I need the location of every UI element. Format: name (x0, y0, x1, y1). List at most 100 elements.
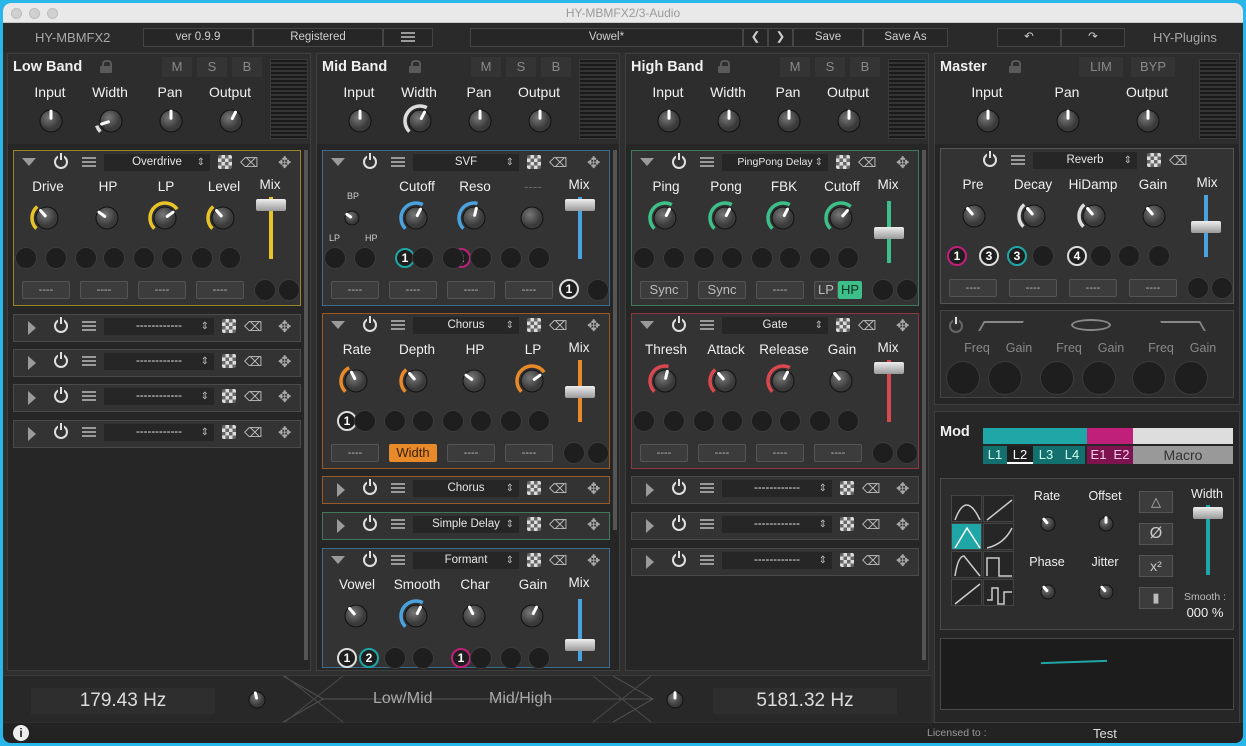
module-type-select[interactable]: Chorus (413, 480, 519, 497)
mod-slot-button[interactable]: ---- (1069, 279, 1117, 297)
tab-l1[interactable]: L1 (983, 446, 1007, 464)
move-icon[interactable]: ✥ (896, 479, 909, 499)
collapse-icon[interactable] (331, 556, 345, 564)
char-knob[interactable] (455, 597, 493, 635)
menu-icon[interactable] (700, 555, 714, 565)
mod-depth-knob[interactable] (693, 247, 715, 269)
pan-knob[interactable] (461, 102, 499, 140)
randomize-icon[interactable] (840, 553, 854, 567)
save-as-button[interactable]: Save As (863, 28, 948, 47)
mod-depth-knob[interactable] (500, 247, 522, 269)
mod-depth-knob[interactable] (1211, 277, 1233, 299)
menu-icon[interactable] (700, 519, 714, 529)
menu-icon[interactable] (391, 157, 405, 167)
randomize-icon[interactable] (222, 354, 236, 368)
lfo-shape-square-button[interactable] (983, 551, 1014, 578)
mod-slot-button[interactable]: ---- (756, 444, 804, 462)
scrollbar[interactable] (922, 150, 926, 660)
bypass-button[interactable]: B (541, 57, 571, 77)
mod-depth-knob[interactable] (500, 410, 522, 432)
module-type-select[interactable]: ------------ (104, 388, 214, 405)
undo-button[interactable]: ↶ (997, 28, 1061, 47)
move-icon[interactable]: ✥ (587, 316, 600, 336)
smooth-knob[interactable] (397, 597, 435, 635)
preset-name[interactable]: Vowel* (470, 28, 743, 47)
eraser-icon[interactable]: ⌫ (549, 481, 567, 497)
eraser-icon[interactable]: ⌫ (549, 553, 567, 569)
randomize-icon[interactable] (840, 517, 854, 531)
mod-depth-knob[interactable] (663, 247, 685, 269)
info-icon[interactable]: i (13, 725, 29, 741)
mod-depth-knob[interactable] (837, 410, 859, 432)
mod-depth-knob[interactable] (1040, 361, 1074, 395)
mid-high-knob[interactable] (659, 684, 691, 716)
sync-button[interactable]: Sync (640, 281, 688, 299)
mod-badge[interactable]: 1 (559, 279, 579, 299)
mod-depth-knob[interactable] (633, 247, 655, 269)
menu-icon[interactable] (82, 157, 96, 167)
mod-depth-knob[interactable] (384, 647, 406, 669)
mod-depth-knob[interactable] (191, 247, 213, 269)
lp-knob[interactable] (146, 199, 184, 237)
mod-depth-knob[interactable] (1148, 245, 1170, 267)
pan-knob[interactable] (1049, 102, 1087, 140)
thresh-knob[interactable] (646, 362, 684, 400)
gain-knob[interactable] (1135, 197, 1173, 235)
menu-icon[interactable] (700, 157, 714, 167)
env-assign-strip[interactable] (1087, 428, 1133, 444)
move-icon[interactable]: ✥ (587, 515, 600, 535)
hidamp-knob[interactable] (1075, 197, 1113, 235)
pre-knob[interactable] (955, 197, 993, 235)
width-mod-button[interactable]: Width (389, 444, 437, 462)
offset-knob[interactable] (1091, 509, 1121, 539)
mod-depth-knob[interactable] (75, 247, 97, 269)
randomize-icon[interactable] (527, 517, 541, 531)
eraser-icon[interactable]: ⌫ (240, 155, 258, 171)
mod-depth-knob[interactable] (872, 442, 894, 464)
expand-icon[interactable] (646, 483, 654, 497)
menu-icon[interactable] (700, 320, 714, 330)
mid-high-frequency[interactable]: 5181.32 Hz (713, 688, 897, 714)
drive-knob[interactable] (28, 199, 66, 237)
tab-e1[interactable]: E1 (1087, 446, 1110, 464)
vowel-knob[interactable] (337, 597, 375, 635)
solo-button[interactable]: S (815, 57, 845, 77)
eraser-icon[interactable]: ⌫ (244, 389, 262, 405)
width-knob[interactable] (401, 102, 439, 140)
randomize-icon[interactable] (1147, 153, 1161, 167)
randomize-icon[interactable] (222, 425, 236, 439)
mod-depth-knob[interactable] (1174, 361, 1208, 395)
solo-button[interactable]: S (506, 57, 536, 77)
lfo-shape-sine-button[interactable] (951, 495, 982, 522)
mute-button[interactable]: M (780, 57, 810, 77)
eraser-icon[interactable]: ⌫ (244, 354, 262, 370)
eraser-icon[interactable]: ⌫ (862, 553, 880, 569)
menu-icon[interactable] (391, 483, 405, 493)
mod-depth-knob[interactable] (663, 410, 685, 432)
mix-fader[interactable] (1191, 195, 1221, 257)
mod-depth-knob[interactable] (779, 410, 801, 432)
mod-depth-knob[interactable] (1082, 361, 1116, 395)
width-knob[interactable] (710, 102, 748, 140)
mod-slot-button[interactable]: ---- (447, 281, 495, 299)
lock-icon[interactable] (409, 60, 421, 73)
module-type-select[interactable]: ------------ (104, 424, 214, 441)
randomize-icon[interactable] (527, 481, 541, 495)
expand-icon[interactable] (28, 356, 36, 370)
mix-fader[interactable] (565, 197, 595, 259)
expand-icon[interactable] (28, 391, 36, 405)
lp-button[interactable]: LP (814, 281, 838, 299)
expand-icon[interactable] (646, 519, 654, 533)
eraser-icon[interactable]: ⌫ (858, 155, 876, 171)
mod-slot-button[interactable]: ---- (505, 281, 553, 299)
power-icon[interactable] (983, 151, 997, 167)
power-icon[interactable] (54, 153, 68, 169)
pan-knob[interactable] (770, 102, 808, 140)
move-icon[interactable]: ✥ (896, 316, 909, 336)
collapse-icon[interactable] (331, 158, 345, 166)
square-button[interactable]: x² (1139, 555, 1173, 577)
randomize-icon[interactable] (836, 155, 850, 169)
mod-depth-knob[interactable] (412, 247, 434, 269)
move-icon[interactable]: ✥ (587, 551, 600, 571)
power-icon[interactable] (672, 316, 686, 332)
